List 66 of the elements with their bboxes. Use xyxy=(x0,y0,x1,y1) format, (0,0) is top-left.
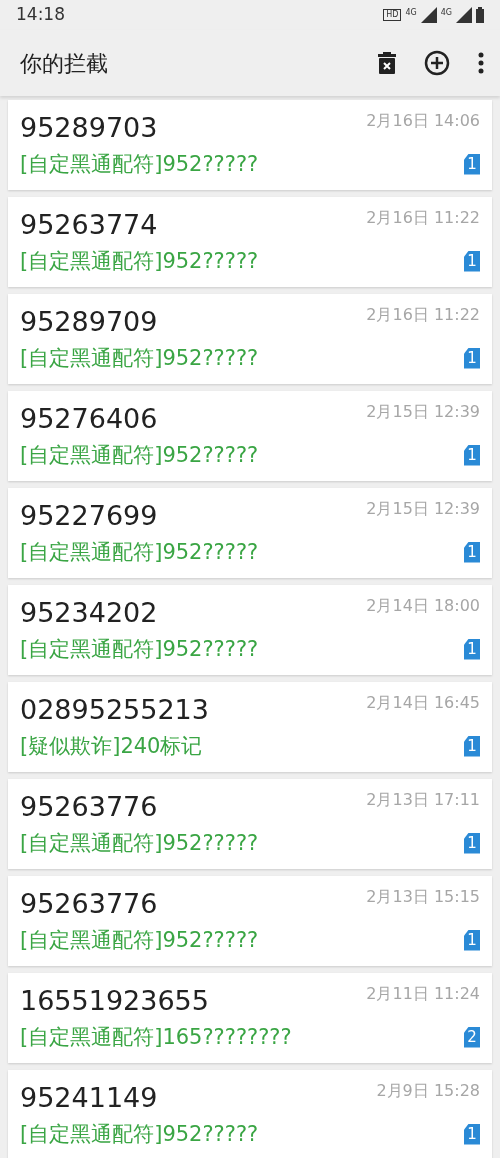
phone-number: 02895255213 xyxy=(20,693,209,727)
call-time: 2月13日 15:15 xyxy=(366,886,480,908)
sim-badge: 1 xyxy=(464,832,480,854)
block-reason: [自定黑通配符]952????? xyxy=(20,248,259,275)
phone-number: 95263776 xyxy=(20,790,158,824)
block-reason: [自定黑通配符]952????? xyxy=(20,1121,259,1148)
call-time: 2月15日 12:39 xyxy=(366,401,480,423)
block-reason: [自定黑通配符]952????? xyxy=(20,927,259,954)
more-icon[interactable] xyxy=(478,52,484,74)
call-time: 2月9日 15:28 xyxy=(376,1080,480,1102)
call-time: 2月14日 16:45 xyxy=(366,692,480,714)
block-reason: [疑似欺诈]240标记 xyxy=(20,733,203,760)
network-type: 4G xyxy=(440,7,452,19)
network-type: 4G xyxy=(405,7,417,19)
call-card[interactable]: 95241149 2月9日 15:28 [自定黑通配符]952????? 1 xyxy=(8,1070,492,1158)
phone-number: 95289709 xyxy=(20,305,158,339)
add-icon[interactable] xyxy=(424,50,450,76)
screen-title: 你的拦截 xyxy=(20,49,108,78)
block-reason: [自定黑通配符]952????? xyxy=(20,151,259,178)
call-card[interactable]: 02895255213 2月14日 16:45 [疑似欺诈]240标记 1 xyxy=(8,682,492,772)
block-reason: [自定黑通配符]952????? xyxy=(20,830,259,857)
call-card[interactable]: 16551923655 2月11日 11:24 [自定黑通配符]165???????? 2 xyxy=(8,973,492,1063)
phone-number: 95276406 xyxy=(20,402,158,436)
call-card[interactable]: 95234202 2月14日 18:00 [自定黑通配符]952????? 1 xyxy=(8,585,492,675)
phone-number: 95263774 xyxy=(20,208,158,242)
call-card[interactable]: 95289703 2月16日 14:06 [自定黑通配符]952????? 1 xyxy=(8,100,492,190)
status-time: 14:18 xyxy=(16,3,65,27)
call-card[interactable]: 95263776 2月13日 17:11 [自定黑通配符]952????? 1 xyxy=(8,779,492,869)
block-reason: [自定黑通配符]952????? xyxy=(20,442,259,469)
sim-badge: 2 xyxy=(464,1026,480,1048)
hd-indicator: HD xyxy=(383,9,402,21)
call-time: 2月16日 11:22 xyxy=(366,304,480,326)
call-card[interactable]: 95263776 2月13日 15:15 [自定黑通配符]952????? 1 xyxy=(8,876,492,966)
block-reason: [自定黑通配符]952????? xyxy=(20,636,259,663)
sim-badge: 1 xyxy=(464,1123,480,1145)
sim-badge: 1 xyxy=(464,347,480,369)
phone-number: 95227699 xyxy=(20,499,158,533)
battery-icon xyxy=(476,7,484,23)
call-time: 2月11日 11:24 xyxy=(366,983,480,1005)
phone-number: 95289703 xyxy=(20,111,158,145)
block-reason: [自定黑通配符]165???????? xyxy=(20,1024,292,1051)
call-card[interactable]: 95289709 2月16日 11:22 [自定黑通配符]952????? 1 xyxy=(8,294,492,384)
call-time: 2月16日 14:06 xyxy=(366,110,480,132)
phone-number: 95234202 xyxy=(20,596,158,630)
call-time: 2月14日 18:00 xyxy=(366,595,480,617)
delete-icon[interactable] xyxy=(378,52,396,74)
sim-badge: 1 xyxy=(464,929,480,951)
call-card[interactable]: 95263774 2月16日 11:22 [自定黑通配符]952????? 1 xyxy=(8,197,492,287)
sim-badge: 1 xyxy=(464,444,480,466)
call-card[interactable]: 95276406 2月15日 12:39 [自定黑通配符]952????? 1 xyxy=(8,391,492,481)
sim-badge: 1 xyxy=(464,638,480,660)
phone-number: 95241149 xyxy=(20,1081,158,1115)
sim-badge: 1 xyxy=(464,735,480,757)
sim-badge: 1 xyxy=(464,153,480,175)
signal-icon xyxy=(456,7,472,23)
call-time: 2月13日 17:11 xyxy=(366,789,480,811)
sim-badge: 1 xyxy=(464,250,480,272)
sim-badge: 1 xyxy=(464,541,480,563)
call-card[interactable]: 95227699 2月15日 12:39 [自定黑通配符]952????? 1 xyxy=(8,488,492,578)
signal-icon xyxy=(420,7,437,23)
phone-number: 16551923655 xyxy=(20,984,209,1018)
block-reason: [自定黑通配符]952????? xyxy=(20,345,259,372)
block-reason: [自定黑通配符]952????? xyxy=(20,539,259,566)
call-time: 2月16日 11:22 xyxy=(366,207,480,229)
phone-number: 95263776 xyxy=(20,887,158,921)
call-time: 2月15日 12:39 xyxy=(366,498,480,520)
